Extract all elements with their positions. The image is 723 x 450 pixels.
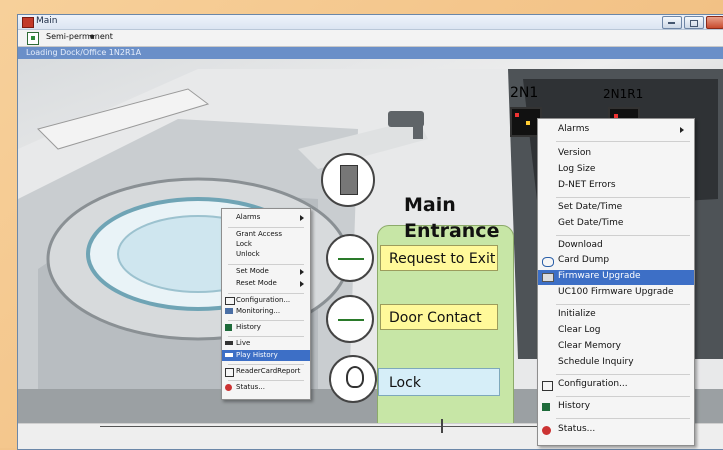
menu-item-firmware-upgrade[interactable]: Firmware Upgrade <box>538 270 694 285</box>
menu-item-dnet-errors[interactable]: D-NET Errors <box>538 180 694 194</box>
status-icon <box>542 426 551 435</box>
menu-separator <box>556 141 690 142</box>
title-bar: Main <box>18 15 723 30</box>
menu-item-unlock[interactable]: Unlock <box>222 250 310 260</box>
menu-separator <box>228 336 304 337</box>
window-title: Main <box>36 16 58 26</box>
status-icon <box>225 384 232 391</box>
menu-item-alarms[interactable]: Alarms <box>222 213 310 223</box>
menu-item-set-mode[interactable]: Set Mode <box>222 267 310 277</box>
menu-separator <box>556 304 690 305</box>
menu-item-readercardreport[interactable]: ReaderCardReport <box>222 367 310 377</box>
door-context-menu: Alarms Grant Access Lock Unlock Set Mode… <box>221 208 311 400</box>
controller-2n1-label: 2N1 <box>510 85 539 101</box>
menu-separator <box>228 227 304 228</box>
door-contact-label[interactable]: Door Contact <box>380 304 498 330</box>
maximize-button[interactable] <box>684 16 704 29</box>
mode-dropdown[interactable]: Semi-permanent <box>46 32 113 41</box>
menu-separator <box>228 364 304 365</box>
request-to-exit-label[interactable]: Request to Exit <box>380 245 498 271</box>
menu-item-live[interactable]: Live <box>222 339 310 349</box>
menu-item-status[interactable]: Status... <box>222 383 310 393</box>
switch-icon[interactable] <box>326 295 374 343</box>
menu-item-status[interactable]: Status... <box>538 424 694 438</box>
app-icon <box>22 17 34 28</box>
chevron-down-icon[interactable] <box>89 35 95 39</box>
menu-separator <box>228 264 304 265</box>
menu-item-monitoring[interactable]: Monitoring... <box>222 307 310 317</box>
menu-item-card-dump[interactable]: Card Dump <box>538 255 694 269</box>
menu-item-schedule-inquiry[interactable]: Schedule Inquiry <box>538 357 694 371</box>
monitor-icon <box>225 308 233 314</box>
menu-item-log-size[interactable]: Log Size <box>538 164 694 178</box>
map-icon[interactable] <box>27 32 39 45</box>
controller-2n1r1-label: 2N1R1 <box>603 87 644 101</box>
menu-separator <box>556 418 690 419</box>
menu-separator <box>556 235 690 236</box>
menu-item-clear-memory[interactable]: Clear Memory <box>538 341 694 355</box>
lightbulb-icon[interactable] <box>329 355 377 403</box>
menu-item-download[interactable]: Download <box>538 240 694 254</box>
menu-item-alarms[interactable]: Alarms <box>538 124 694 138</box>
toolbar: Semi-permanent <box>18 30 723 47</box>
menu-item-initialize[interactable]: Initialize <box>538 309 694 323</box>
door-icon[interactable] <box>321 153 375 207</box>
gear-icon <box>542 381 553 391</box>
camera-icon <box>225 341 233 345</box>
location-bar: Loading Dock/Office 1N2R1A <box>18 47 723 59</box>
menu-separator <box>228 320 304 321</box>
switch-icon[interactable] <box>326 234 374 282</box>
menu-item-get-date-time[interactable]: Get Date/Time <box>538 218 694 232</box>
door-name-line2: Entrance <box>404 220 500 242</box>
camera-icon <box>225 353 233 357</box>
window-controls <box>662 16 723 29</box>
menu-item-history[interactable]: History <box>538 401 694 415</box>
menu-separator <box>556 197 690 198</box>
menu-item-clear-log[interactable]: Clear Log <box>538 325 694 339</box>
playback-slider-thumb[interactable] <box>441 419 443 433</box>
menu-item-lock[interactable]: Lock <box>222 240 310 250</box>
menu-item-uc100-firmware-upgrade[interactable]: UC100 Firmware Upgrade <box>538 287 694 301</box>
door-name-line1: Main <box>404 194 456 216</box>
menu-item-configuration[interactable]: Configuration... <box>538 379 694 393</box>
menu-item-play-history[interactable]: Play History <box>222 350 310 361</box>
lock-label[interactable]: Lock <box>378 368 500 396</box>
menu-separator <box>556 374 690 375</box>
controller-context-menu: Alarms Version Log Size D-NET Errors Set… <box>537 118 695 446</box>
card-dump-icon <box>542 257 554 267</box>
menu-item-grant-access[interactable]: Grant Access <box>222 230 310 240</box>
firmware-icon <box>542 273 554 282</box>
menu-item-version[interactable]: Version <box>538 148 694 162</box>
menu-item-history[interactable]: History <box>222 323 310 333</box>
history-icon <box>542 403 550 411</box>
minimize-button[interactable] <box>662 16 682 29</box>
gear-icon <box>225 297 235 305</box>
menu-separator <box>228 380 304 381</box>
location-path: Loading Dock/Office 1N2R1A <box>26 48 142 57</box>
close-button[interactable] <box>706 16 723 29</box>
menu-item-configuration[interactable]: Configuration... <box>222 296 310 306</box>
report-icon <box>225 368 234 377</box>
menu-item-reset-mode[interactable]: Reset Mode <box>222 279 310 289</box>
history-icon <box>225 324 232 331</box>
menu-separator <box>556 396 690 397</box>
menu-item-set-date-time[interactable]: Set Date/Time <box>538 202 694 216</box>
menu-separator <box>228 293 304 294</box>
playback-slider-track[interactable] <box>100 426 540 427</box>
